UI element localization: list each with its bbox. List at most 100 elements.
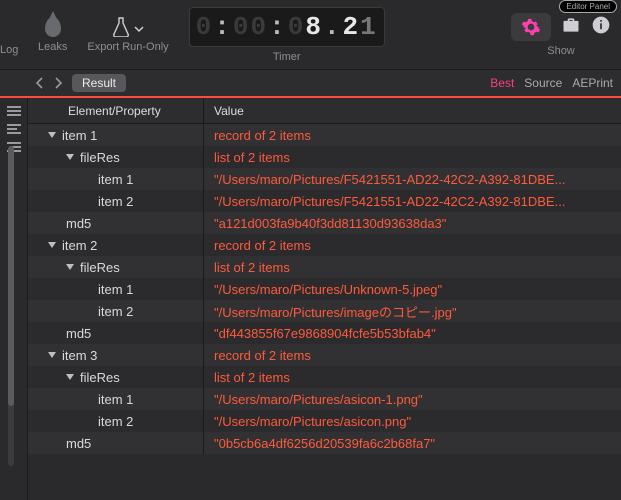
timer-display: 0:00:08.21 Timer — [189, 7, 385, 63]
value-cell: "/Users/maro/Pictures/imageのコピー.jpg" — [204, 300, 621, 322]
property-cell: fileRes — [28, 366, 204, 388]
chevron-down-icon — [134, 22, 144, 32]
result-pill[interactable]: Result — [72, 74, 126, 92]
property-label: item 2 — [62, 238, 97, 253]
property-label: fileRes — [80, 260, 120, 275]
tab-source[interactable]: Source — [524, 76, 562, 90]
show-label: Show — [547, 45, 575, 57]
value-cell: "/Users/maro/Pictures/asicon-1.png" — [204, 388, 621, 410]
value-cell: list of 2 items — [204, 146, 621, 168]
table-row[interactable]: md5 "a121d003fa9b40f3dd81130d93638da3" — [28, 212, 621, 234]
property-cell: fileRes — [28, 256, 204, 278]
property-label: fileRes — [80, 370, 120, 385]
table-row[interactable]: fileRes list of 2 items — [28, 256, 621, 278]
table-body: item 1 record of 2 items fileRes list of 2 … — [28, 124, 621, 454]
column-header-property[interactable]: Element/Property — [28, 98, 204, 123]
property-cell: item 2 — [28, 190, 204, 212]
scrollbar-thumb[interactable] — [8, 146, 14, 406]
table-row[interactable]: item 2"/Users/maro/Pictures/asicon.png" — [28, 410, 621, 432]
value-cell: list of 2 items — [204, 256, 621, 278]
table-row[interactable]: item 1 "/Users/maro/Pictures/Unknown-5.jp… — [28, 278, 621, 300]
result-subbar: Result Best Source AEPrint — [0, 70, 621, 98]
property-label: item 1 — [98, 392, 133, 407]
table-row[interactable]: fileRes list of 2 items — [28, 146, 621, 168]
disclosure-triangle-icon[interactable] — [66, 154, 74, 160]
value-cell: "/Users/maro/Pictures/asicon.png" — [204, 410, 621, 432]
property-cell: md5 — [28, 212, 204, 234]
property-cell: item 2 — [28, 234, 204, 256]
value-cell: record of 2 items — [204, 344, 621, 366]
value-cell: list of 2 items — [204, 366, 621, 388]
value-cell: "/Users/maro/Pictures/F5421551-AD22-42C2… — [204, 190, 621, 212]
disclosure-triangle-icon[interactable] — [48, 132, 56, 138]
property-label: fileRes — [80, 150, 120, 165]
show-group: Show — [511, 13, 611, 57]
bundle-button[interactable] — [561, 15, 581, 38]
flask-icon — [112, 17, 130, 37]
timer-value: 0:00:08.21 — [196, 12, 378, 42]
property-cell: item 1 — [28, 124, 204, 146]
table-row[interactable]: item 1 record of 2 items — [28, 124, 621, 146]
table-row[interactable]: item 2 "/Users/maro/Pictures/imageのコピー.jp… — [28, 300, 621, 322]
nav-back-button[interactable] — [32, 74, 48, 92]
result-table: Element/Property Value item 1 record of 2… — [28, 98, 621, 500]
column-header-value[interactable]: Value — [204, 98, 621, 123]
table-row[interactable]: item 3 record of 2 items — [28, 344, 621, 366]
table-row[interactable]: fileRes list of 2 items — [28, 366, 621, 388]
gutter-icon-2[interactable] — [6, 122, 22, 136]
value-cell: "/Users/maro/Pictures/F5421551-AD22-42C2… — [204, 168, 621, 190]
property-label: item 1 — [62, 128, 97, 143]
property-cell: item 3 — [28, 344, 204, 366]
property-cell: fileRes — [28, 146, 204, 168]
property-label: item 3 — [62, 348, 97, 363]
value-cell: "a121d003fa9b40f3dd81130d93638da3" — [204, 212, 621, 234]
property-cell: item 1 — [28, 388, 204, 410]
leaks-button[interactable]: Leaks — [38, 17, 67, 53]
property-label: item 2 — [98, 194, 133, 209]
value-cell: record of 2 items — [204, 124, 621, 146]
table-row[interactable]: item 1 "/Users/maro/Pictures/asicon-1.png… — [28, 388, 621, 410]
property-label: md5 — [66, 436, 91, 451]
disclosure-triangle-icon[interactable] — [48, 352, 56, 358]
property-cell: md5 — [28, 432, 204, 454]
table-row[interactable]: item 2 record of 2 items — [28, 234, 621, 256]
property-cell: item 2 — [28, 300, 204, 322]
property-cell: item 1 — [28, 278, 204, 300]
left-gutter — [0, 98, 28, 500]
table-row[interactable]: md5"df443855f67e9868904fcfe5b53bfab4" — [28, 322, 621, 344]
gear-icon — [521, 17, 541, 37]
tab-aeprint[interactable]: AEPrint — [572, 76, 613, 90]
property-label: item 2 — [98, 304, 133, 319]
editor-panel-badge[interactable]: Editor Panel — [559, 0, 617, 13]
disclosure-triangle-icon[interactable] — [66, 264, 74, 270]
export-label: Export Run-Only — [87, 41, 168, 53]
briefcase-icon — [561, 15, 581, 35]
property-label: md5 — [66, 216, 91, 231]
log-label[interactable]: Log — [0, 14, 18, 56]
table-header: Element/Property Value — [28, 98, 621, 124]
value-cell: record of 2 items — [204, 234, 621, 256]
property-label: item 1 — [98, 282, 133, 297]
export-run-only-button[interactable]: Export Run-Only — [87, 17, 168, 53]
timer-label: Timer — [273, 51, 301, 63]
disclosure-triangle-icon[interactable] — [66, 374, 74, 380]
table-row[interactable]: item 1 "/Users/maro/Pictures/F5421551-AD2… — [28, 168, 621, 190]
property-cell: item 1 — [28, 168, 204, 190]
content-area: Element/Property Value item 1 record of 2… — [0, 98, 621, 500]
table-row[interactable]: item 2 "/Users/maro/Pictures/F5421551-AD2… — [28, 190, 621, 212]
value-cell: "/Users/maro/Pictures/Unknown-5.jpeg" — [204, 278, 621, 300]
chevron-left-icon — [35, 77, 45, 89]
table-row[interactable]: md5"0b5cb6a4df6256d20539fa6c2b68fa7" — [28, 432, 621, 454]
tab-best[interactable]: Best — [490, 76, 514, 90]
property-cell: md5 — [28, 322, 204, 344]
gutter-icon-1[interactable] — [6, 104, 22, 118]
info-icon — [591, 15, 611, 35]
settings-button[interactable] — [511, 13, 551, 41]
property-label: md5 — [66, 326, 91, 341]
property-label: item 1 — [98, 172, 133, 187]
nav-forward-button[interactable] — [50, 74, 66, 92]
property-cell: item 2 — [28, 410, 204, 432]
droplet-icon — [45, 17, 61, 37]
disclosure-triangle-icon[interactable] — [48, 242, 56, 248]
info-button[interactable] — [591, 15, 611, 38]
